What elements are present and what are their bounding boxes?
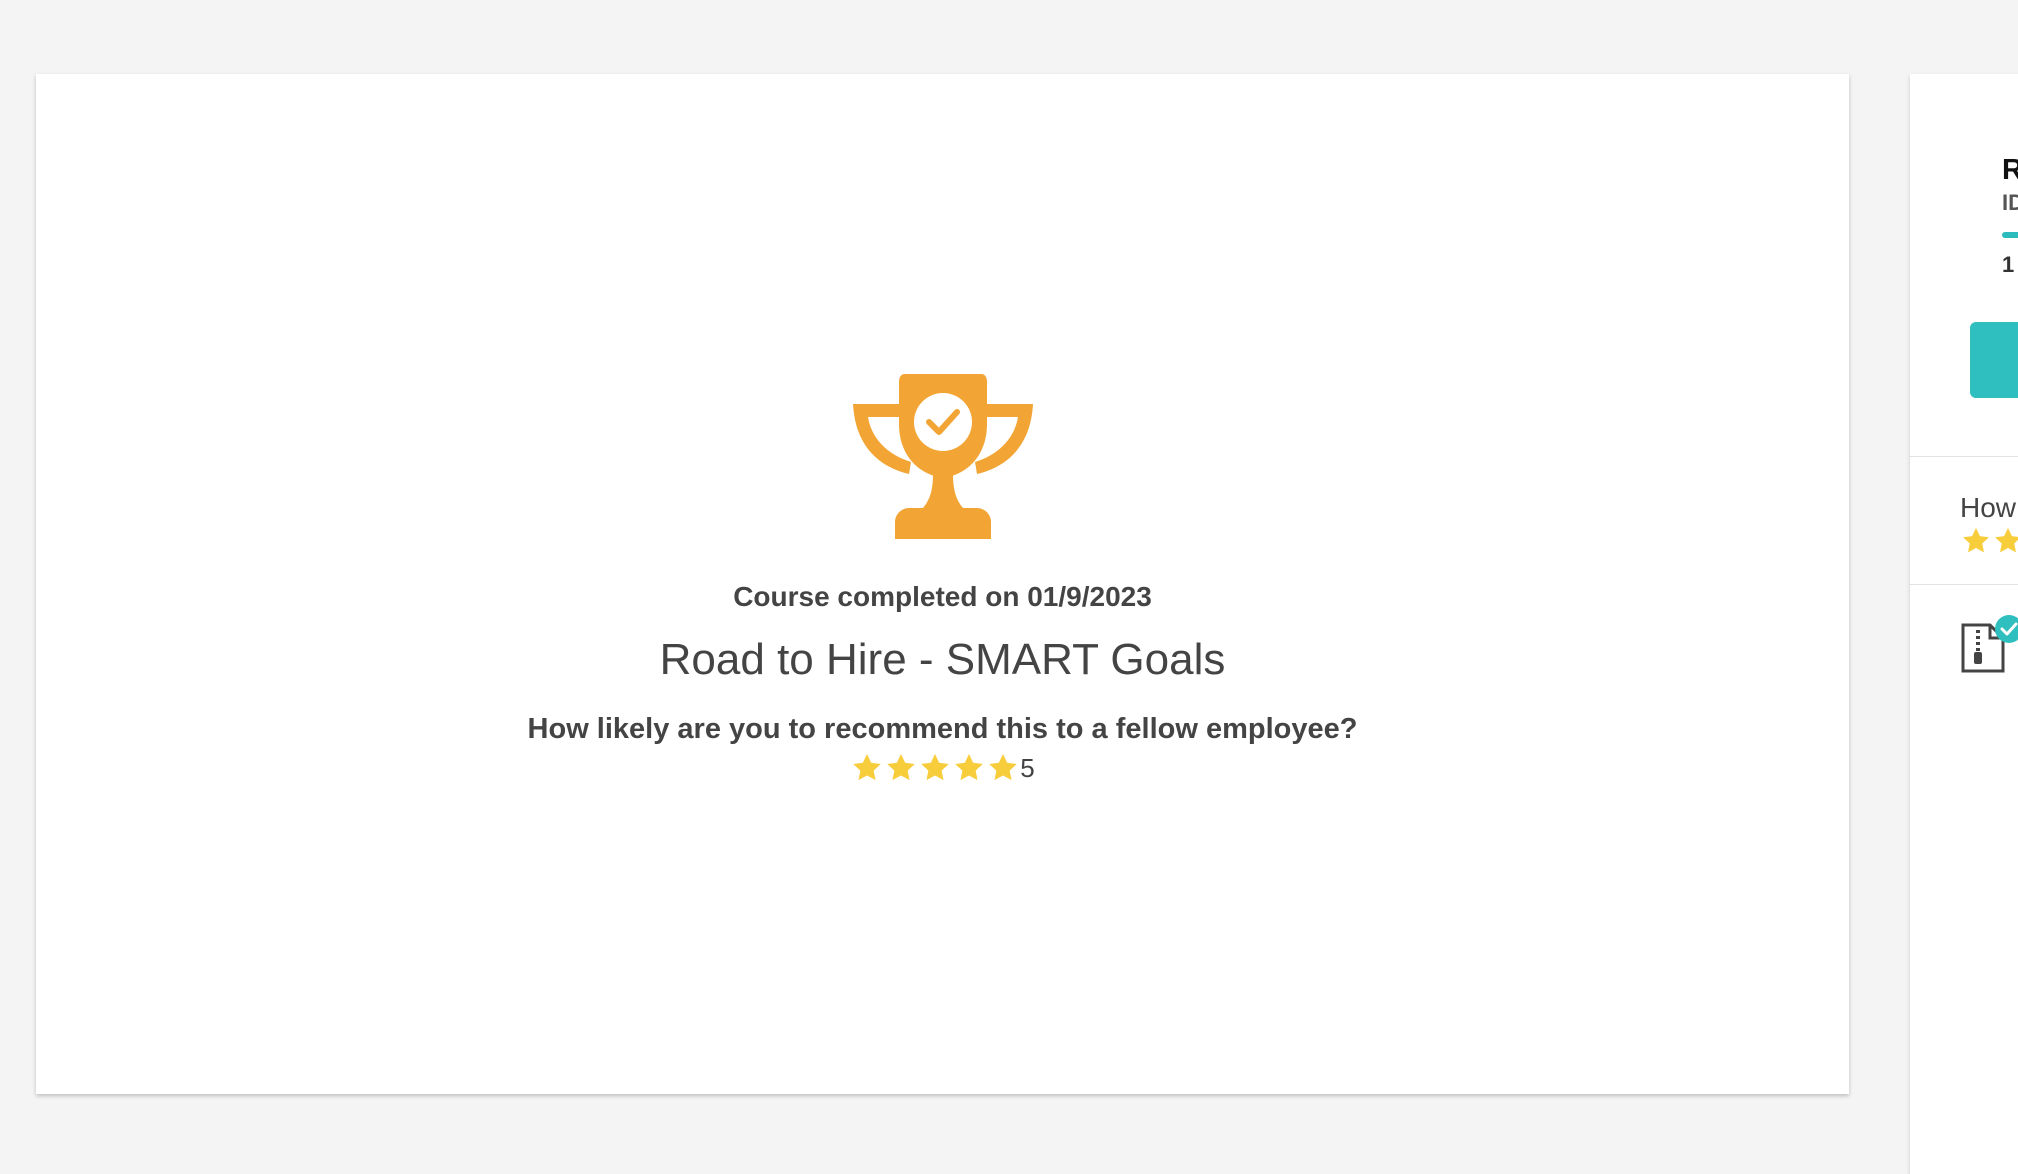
course-side-panel: R ID 1 How <box>1910 74 2018 1174</box>
star-icon[interactable] <box>918 752 952 784</box>
star-icon[interactable] <box>850 752 884 784</box>
star-icon[interactable] <box>884 752 918 784</box>
course-title: Road to Hire - SMART Goals <box>659 635 1226 684</box>
check-badge-icon <box>1995 615 2018 643</box>
trophy-check-icon <box>852 374 1033 539</box>
side-panel-title: R <box>2002 154 2018 186</box>
completion-summary: Course completed on 01/9/2023 Road to Hi… <box>36 374 1849 789</box>
progress-label: 1 <box>2002 252 2015 277</box>
progress-bar <box>2002 232 2018 238</box>
side-panel-id: ID <box>2002 190 2018 215</box>
divider <box>1910 456 2018 457</box>
completion-date-text: Course completed on 01/9/2023 <box>733 581 1152 612</box>
divider <box>1910 584 2018 585</box>
star-rating[interactable]: 5 <box>850 752 1035 784</box>
star-icon[interactable] <box>1992 526 2018 556</box>
side-star-rating[interactable] <box>1960 526 2018 556</box>
side-action-button[interactable] <box>1970 322 2018 398</box>
star-icon[interactable] <box>952 752 986 784</box>
rating-value: 5 <box>1020 752 1035 783</box>
star-icon[interactable] <box>1960 526 1992 556</box>
star-icon[interactable] <box>986 752 1020 784</box>
course-completion-card: Course completed on 01/9/2023 Road to Hi… <box>36 74 1849 1094</box>
side-rating-question: How <box>1960 492 2017 523</box>
rating-question: How likely are you to recommend this to … <box>527 713 1358 745</box>
